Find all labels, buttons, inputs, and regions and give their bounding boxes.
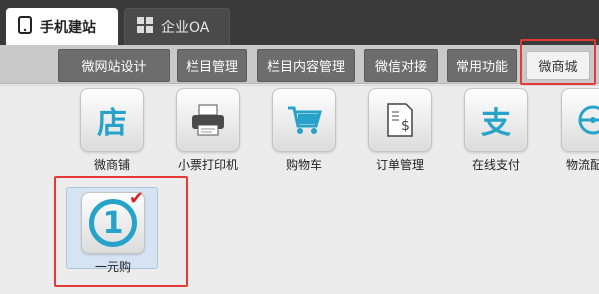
- shop-glyph: 店: [97, 106, 127, 141]
- subtab-label: 栏目管理: [185, 60, 238, 75]
- cart-icon: [272, 88, 336, 152]
- tab-enterprise-oa[interactable]: 企业OA: [124, 8, 230, 45]
- tool-payment[interactable]: 支 在线支付: [451, 88, 541, 173]
- tab-enterprise-oa-label: 企业OA: [161, 20, 210, 36]
- subtab-column-manage[interactable]: 栏目管理: [177, 49, 247, 82]
- tool-label: 购物车: [285, 158, 322, 172]
- tool-panel: 店 微商铺 小票打印机 购物车 $ 订单管理 支 在线支付 物流配 1 ✔ 一元…: [0, 85, 599, 294]
- logistics-icon: [561, 88, 599, 152]
- tab-mobile-site-label: 手机建站: [40, 19, 96, 36]
- tool-cart[interactable]: 购物车: [259, 88, 349, 173]
- order-icon: $: [368, 88, 432, 152]
- tool-shop[interactable]: 店 微商铺: [67, 88, 157, 173]
- tool-printer[interactable]: 小票打印机: [163, 88, 253, 173]
- subtab-label: 微信对接: [374, 60, 427, 75]
- tool-orders[interactable]: $ 订单管理: [355, 88, 445, 173]
- payment-icon: 支: [464, 88, 528, 152]
- subtab-site-design[interactable]: 微网站设计: [58, 49, 170, 82]
- tab-mobile-site[interactable]: 手机建站: [6, 8, 118, 45]
- subtab-wechat[interactable]: 微信对接: [364, 49, 438, 82]
- sub-nav: 微网站设计 栏目管理 栏目内容管理 微信对接 常用功能 微商城: [0, 45, 599, 84]
- top-bar: 手机建站 企业OA: [0, 0, 599, 45]
- subtab-label: 栏目内容管理: [266, 60, 345, 75]
- tool-label: 微商铺: [93, 158, 130, 172]
- highlight-box-micro-mall: [520, 39, 596, 85]
- subtab-label: 微网站设计: [81, 60, 147, 75]
- printer-icon: [176, 88, 240, 152]
- phone-icon: [18, 15, 32, 38]
- shop-icon: 店: [80, 88, 144, 152]
- tool-label: 订单管理: [375, 158, 424, 172]
- subtab-content-manage[interactable]: 栏目内容管理: [257, 49, 355, 82]
- svg-text:$: $: [401, 118, 410, 134]
- payment-glyph: 支: [481, 106, 511, 141]
- highlight-box-one-yuan: [54, 176, 188, 287]
- tool-label: 在线支付: [471, 158, 520, 172]
- tool-label: 物流配: [566, 158, 599, 172]
- tool-logistics[interactable]: 物流配: [547, 88, 599, 173]
- subtab-label: 常用功能: [455, 60, 508, 75]
- subtab-common[interactable]: 常用功能: [447, 49, 517, 82]
- grid-icon: [137, 17, 153, 37]
- tool-label: 小票打印机: [177, 158, 238, 172]
